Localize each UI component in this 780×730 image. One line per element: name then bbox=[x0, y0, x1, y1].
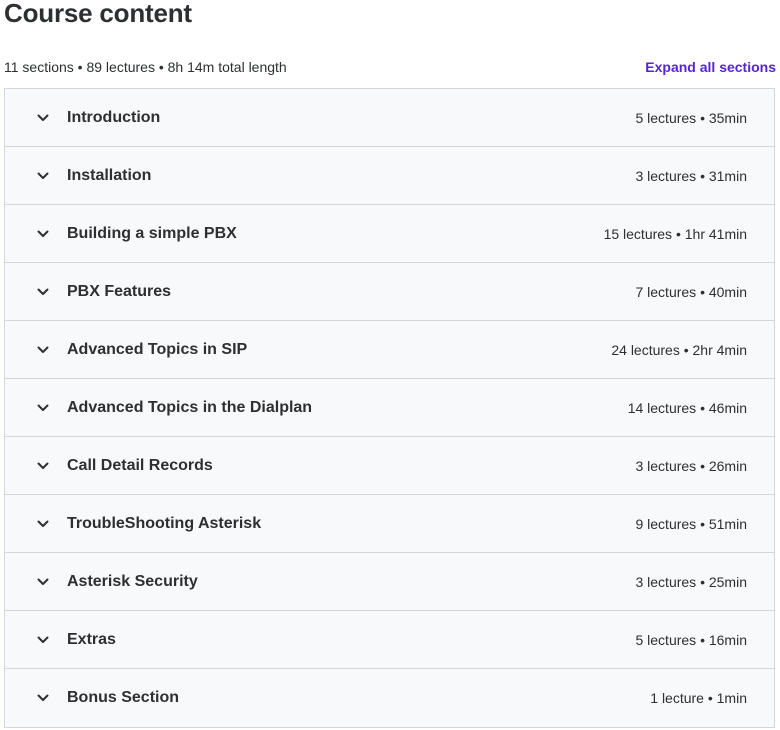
section-meta: 5 lectures • 16min bbox=[635, 631, 747, 648]
section-row[interactable]: Installation 3 lectures • 31min bbox=[5, 147, 774, 205]
section-title: Asterisk Security bbox=[67, 572, 198, 590]
chevron-down-icon bbox=[35, 516, 51, 532]
section-meta: 9 lectures • 51min bbox=[635, 515, 747, 532]
chevron-down-icon bbox=[35, 574, 51, 590]
section-title: Bonus Section bbox=[67, 689, 180, 706]
section-row[interactable]: Advanced Topics in SIP 24 lectures • 2hr … bbox=[5, 321, 774, 379]
course-summary-bar: 11 sections • 89 lectures • 8h 14m total… bbox=[4, 56, 776, 78]
section-title: Extras bbox=[67, 630, 116, 648]
chevron-down-icon bbox=[35, 168, 51, 184]
chevron-down-icon bbox=[35, 226, 51, 242]
section-list: Introduction 5 lectures • 35min Installati… bbox=[4, 88, 775, 728]
section-row[interactable]: Call Detail Records 3 lectures • 26min bbox=[5, 437, 774, 495]
chevron-down-icon bbox=[35, 110, 51, 126]
chevron-down-icon bbox=[35, 458, 51, 474]
section-row[interactable]: Advanced Topics in the Dialplan 14 lectur… bbox=[5, 379, 774, 437]
chevron-down-icon bbox=[35, 632, 51, 648]
section-meta: 1 lecture • 1min bbox=[650, 690, 747, 706]
section-meta: 5 lectures • 35min bbox=[635, 109, 747, 126]
section-meta: 7 lectures • 40min bbox=[635, 283, 747, 300]
section-row[interactable]: PBX Features 7 lectures • 40min bbox=[5, 263, 774, 321]
section-row[interactable]: Introduction 5 lectures • 35min bbox=[5, 89, 774, 147]
section-meta: 24 lectures • 2hr 4min bbox=[611, 341, 747, 358]
section-title: PBX Features bbox=[67, 282, 172, 300]
section-title: Advanced Topics in the Dialplan bbox=[67, 398, 313, 416]
section-title: TroubleShooting Asterisk bbox=[67, 514, 262, 532]
section-title: Installation bbox=[67, 166, 152, 184]
section-title: Introduction bbox=[67, 108, 161, 126]
section-row[interactable]: Building a simple PBX 15 lectures • 1hr 4… bbox=[5, 205, 774, 263]
section-row[interactable]: TroubleShooting Asterisk 9 lectures • 51m… bbox=[5, 495, 774, 553]
section-meta: 3 lectures • 25min bbox=[635, 573, 747, 590]
section-meta: 15 lectures • 1hr 41min bbox=[603, 225, 747, 242]
section-title: Call Detail Records bbox=[67, 456, 213, 474]
section-row[interactable]: Bonus Section 1 lecture • 1min bbox=[5, 669, 774, 727]
section-meta: 3 lectures • 31min bbox=[635, 167, 747, 184]
page-title: Course content bbox=[4, 0, 192, 28]
expand-all-sections-button[interactable]: Expand all sections bbox=[645, 59, 776, 75]
section-row[interactable]: Asterisk Security 3 lectures • 25min bbox=[5, 553, 774, 611]
chevron-down-icon bbox=[35, 284, 51, 300]
chevron-down-icon bbox=[35, 400, 51, 416]
section-title: Advanced Topics in SIP bbox=[67, 340, 248, 358]
section-row[interactable]: Extras 5 lectures • 16min bbox=[5, 611, 774, 669]
course-summary: 11 sections • 89 lectures • 8h 14m total… bbox=[4, 59, 287, 75]
section-title: Building a simple PBX bbox=[67, 224, 237, 242]
section-meta: 14 lectures • 46min bbox=[627, 399, 747, 416]
chevron-down-icon bbox=[35, 690, 51, 706]
chevron-down-icon bbox=[35, 342, 51, 358]
section-meta: 3 lectures • 26min bbox=[635, 457, 747, 474]
